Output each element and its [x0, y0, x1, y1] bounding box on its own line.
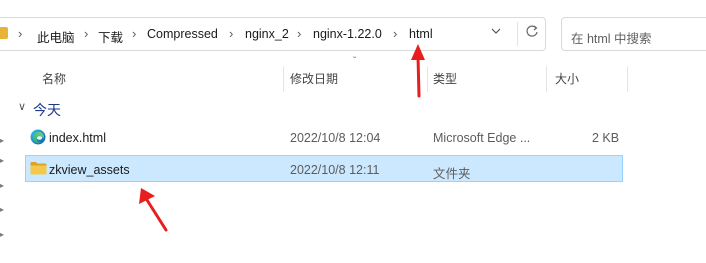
group-label-today[interactable]: 今天 — [33, 100, 61, 120]
nav-expand-icon[interactable]: ▸ — [0, 181, 4, 190]
breadcrumb-html[interactable]: html — [409, 27, 433, 41]
search-placeholder: 在 html 中搜索 — [571, 32, 652, 46]
folder-icon — [0, 27, 8, 39]
nav-expand-icon[interactable]: ▸ — [0, 230, 4, 239]
breadcrumb-nginx-1-22-0[interactable]: nginx-1.22.0 — [313, 27, 382, 41]
breadcrumb-separator[interactable]: › — [132, 26, 136, 41]
file-type: 文件夹 — [433, 167, 471, 181]
column-header-name[interactable]: 名称 — [42, 70, 66, 87]
breadcrumb-compressed[interactable]: Compressed — [147, 27, 218, 41]
breadcrumb-this-pc[interactable]: 此电脑 — [37, 27, 75, 46]
file-type: Microsoft Edge ... — [433, 131, 531, 145]
breadcrumb-downloads[interactable]: 下载 — [98, 27, 123, 46]
column-divider[interactable] — [283, 66, 284, 92]
file-size: 2 KB — [592, 131, 620, 145]
file-name[interactable]: zkview_assets — [49, 163, 130, 177]
edge-icon — [30, 129, 46, 145]
breadcrumb-separator[interactable]: › — [84, 26, 88, 41]
chevron-down-icon[interactable] — [490, 25, 502, 40]
file-modified: 2022/10/8 12:04 — [290, 131, 381, 145]
refresh-icon[interactable] — [525, 24, 539, 41]
column-header-modified[interactable]: 修改日期 — [290, 70, 338, 87]
group-collapse-chevron-icon[interactable]: ∨ — [18, 100, 26, 113]
breadcrumb-separator[interactable]: › — [229, 26, 233, 41]
folder-icon — [30, 161, 47, 175]
nav-expand-icon[interactable]: ▸ — [0, 205, 4, 214]
address-divider — [517, 22, 518, 46]
nav-expand-icon[interactable]: ▸ — [0, 136, 4, 145]
annotation-arrow-diagonal — [139, 188, 168, 232]
nav-expand-icon[interactable]: ▸ — [0, 156, 4, 165]
file-modified: 2022/10/8 12:11 — [290, 163, 380, 177]
file-name[interactable]: index.html — [49, 131, 106, 145]
column-header-size[interactable]: 大小 — [555, 70, 579, 87]
column-divider[interactable] — [546, 66, 547, 92]
column-header-type[interactable]: 类型 — [433, 70, 457, 87]
column-divider[interactable] — [627, 66, 628, 92]
breadcrumb-separator[interactable]: › — [393, 26, 397, 41]
sort-indicator-icon: ˇ — [353, 56, 357, 67]
breadcrumb-separator: › — [18, 26, 23, 41]
breadcrumb-nginx-2[interactable]: nginx_2 — [245, 27, 289, 41]
breadcrumb-separator[interactable]: › — [297, 26, 301, 41]
annotation-arrow-up — [411, 44, 425, 98]
